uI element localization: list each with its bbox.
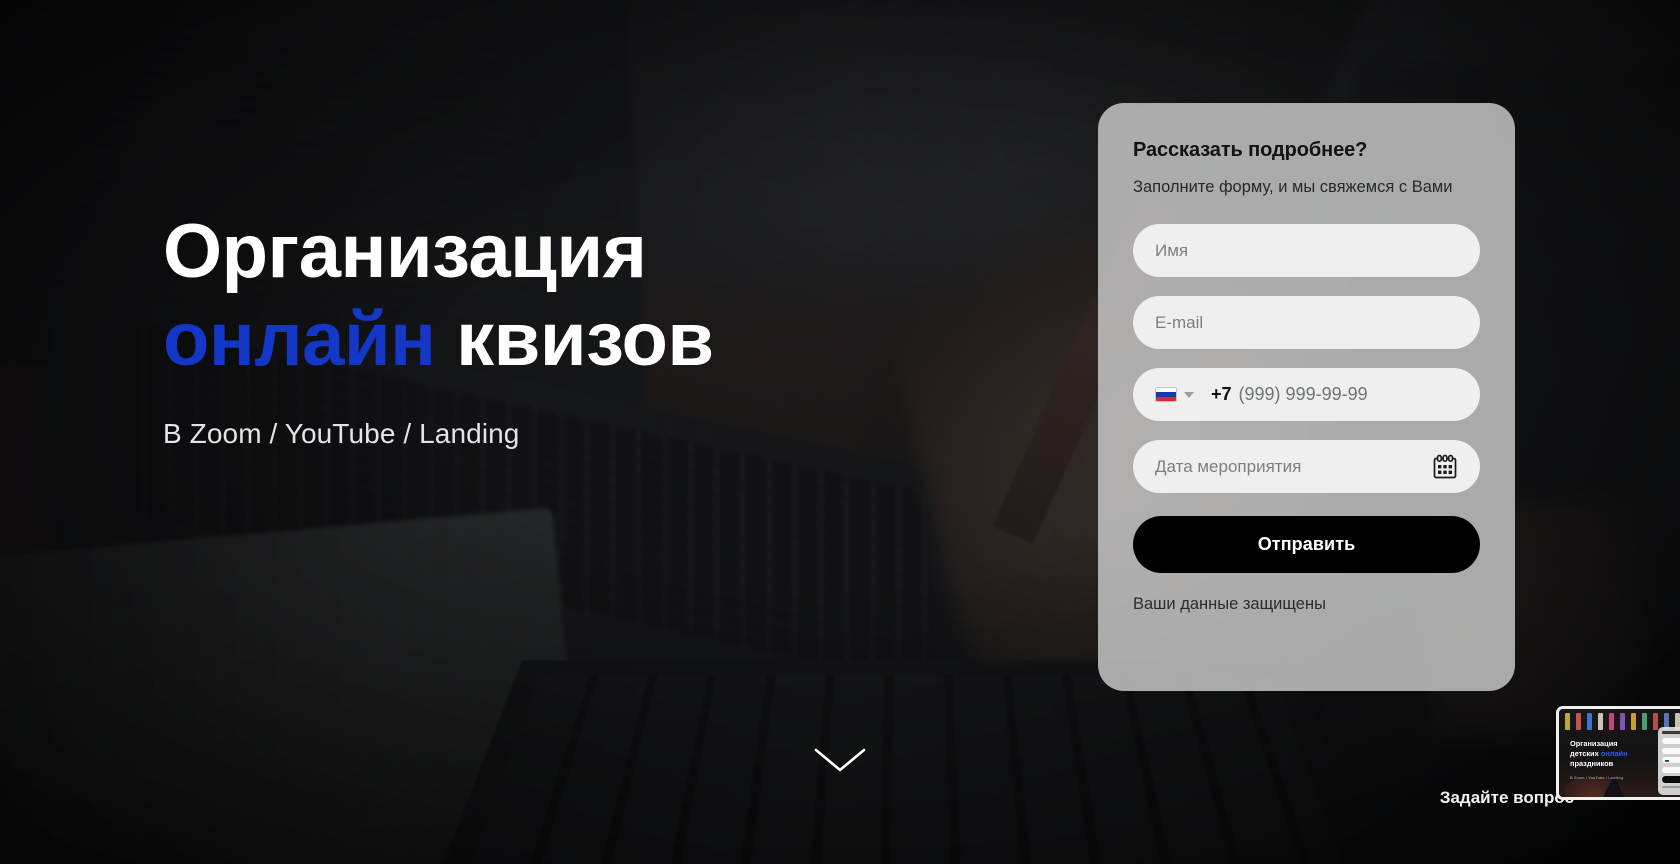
form-subtitle: Заполните форму, и мы свяжемся с Вами: [1133, 178, 1453, 196]
thumbnail-inner: Организация детских онлайн праздников В Zo…: [1559, 709, 1680, 797]
scroll-down-button[interactable]: [813, 746, 867, 774]
name-field[interactable]: Имя: [1133, 224, 1480, 277]
name-field-placeholder: Имя: [1155, 240, 1189, 260]
form-title: Рассказать подробнее?: [1133, 139, 1368, 161]
hero-title-accent: онлайн: [163, 297, 436, 383]
ru-flag-icon[interactable]: [1155, 387, 1177, 402]
email-field-placeholder: E-mail: [1155, 312, 1204, 332]
date-field-placeholder: Дата мероприятия: [1155, 456, 1302, 476]
date-field[interactable]: Дата мероприятия: [1133, 440, 1480, 493]
hero-text-block: Организация онлайн квизов В Zoom / YouTu…: [163, 208, 923, 450]
phone-mask-placeholder: (999) 999-99-99: [1238, 384, 1368, 404]
thumbnail-title-part2: детских: [1570, 748, 1599, 758]
phone-country-code: +7: [1211, 384, 1232, 404]
phone-field[interactable]: +7 (999) 999-99-99: [1133, 368, 1480, 421]
hero-title-line-2: онлайн квизов: [163, 296, 923, 384]
thumbnail-title-part3: праздников: [1570, 758, 1614, 768]
thumbnail-title-accent: онлайн: [1600, 748, 1628, 758]
chevron-down-icon[interactable]: [1184, 391, 1194, 398]
preview-thumbnail-widget[interactable]: Организация детских онлайн праздников В Zo…: [1556, 706, 1680, 800]
secure-data-note: Ваши данные защищены: [1133, 595, 1326, 613]
hero-subtitle: В Zoom / YouTube / Landing: [163, 418, 520, 450]
hero-title-line-1: Организация: [163, 209, 647, 294]
thumbnail-mini-form: [1658, 727, 1680, 795]
submit-button[interactable]: Отправить: [1133, 516, 1480, 573]
calendar-icon[interactable]: [1432, 454, 1458, 480]
landing-page: Организация онлайн квизов В Zoom / YouTu…: [0, 0, 1680, 864]
thumbnail-title: Организация детских онлайн праздников: [1570, 739, 1656, 768]
lead-form-card: Рассказать подробнее? Заполните форму, и…: [1098, 103, 1515, 691]
ask-question-button[interactable]: Задайте вопрос: [1440, 788, 1574, 808]
email-field[interactable]: E-mail: [1133, 296, 1480, 349]
thumbnail-subtitle: В Zoom / YouTube / Landing: [1570, 775, 1624, 780]
thumbnail-title-part1: Организация: [1570, 739, 1618, 748]
hero-title-rest: квизов: [456, 297, 714, 383]
